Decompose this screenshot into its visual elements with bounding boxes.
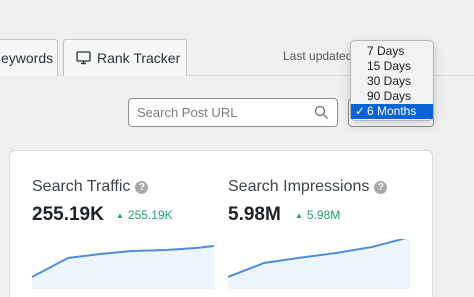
trend-up-icon: ▲ (295, 210, 303, 220)
metric-delta: ▲ 5.98M (295, 208, 341, 222)
tab-rank-tracker[interactable]: Rank Tracker (63, 39, 187, 76)
search-icon[interactable] (314, 105, 329, 120)
option-30-days[interactable]: 30 Days (351, 74, 433, 89)
date-range-dropdown: 7 Days 15 Days 30 Days 90 Days ✓ 6 Month… (350, 40, 434, 121)
stats-card: Search Traffic ? 255.19K ▲ 255.19K Searc… (9, 150, 433, 297)
tab-label: Rank Tracker (97, 50, 181, 66)
option-90-days[interactable]: 90 Days (351, 89, 433, 104)
trend-up-icon: ▲ (116, 210, 124, 220)
option-15-days[interactable]: 15 Days (351, 59, 433, 74)
option-6-months[interactable]: ✓ 6 Months (351, 104, 433, 119)
metric-title: Search Traffic (32, 178, 131, 195)
metric-value: 5.98M (228, 204, 281, 225)
metric-value: 255.19K (32, 204, 104, 225)
help-icon[interactable]: ? (374, 180, 388, 194)
help-icon[interactable]: ? (135, 180, 149, 194)
checkmark-icon: ✓ (355, 104, 366, 118)
sparkline-chart (32, 245, 214, 289)
monitor-icon (76, 51, 91, 65)
last-updated-label: Last updated (283, 49, 353, 63)
metric-title: Search Impressions (228, 178, 370, 195)
sparkline-area (228, 239, 410, 289)
sparkline-chart (228, 239, 410, 289)
metric-delta: ▲ 255.19K (116, 208, 173, 222)
option-7-days[interactable]: 7 Days (351, 44, 433, 59)
tab-label: eywords (1, 50, 54, 66)
search-field[interactable] (128, 98, 338, 127)
tab-keywords[interactable]: eywords (0, 39, 58, 76)
search-input[interactable] (137, 105, 307, 120)
